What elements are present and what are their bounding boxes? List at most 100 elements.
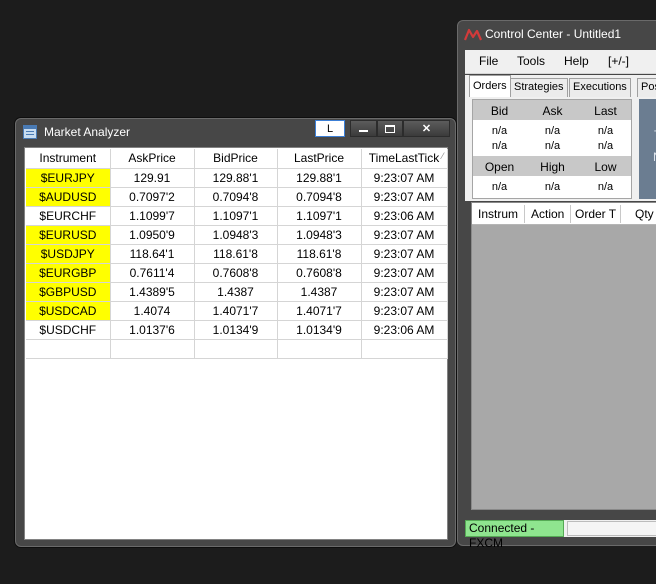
instrument-cell[interactable]: $GBPUSD [26,282,111,302]
last-price-cell[interactable]: 1.0948'3 [277,225,362,245]
tab-strip: Strategies Executions Pos Orders [465,75,656,97]
ask-price-cell[interactable]: 1.1099'7 [110,206,195,226]
last-price-cell[interactable]: 1.4387 [277,282,362,302]
control-center-window[interactable]: Control Center - Untitled1 File Tools He… [457,20,656,550]
instrument-cell[interactable]: $USDCAD [26,301,111,321]
bid-price-cell[interactable]: 1.4387 [194,282,278,302]
bid-price-cell[interactable]: 118.61'8 [194,244,278,264]
tab-orders[interactable]: Orders [469,75,511,97]
menu-tools[interactable]: Tools [517,54,545,68]
instrument-cell[interactable]: $USDJPY [26,244,111,264]
instrument-cell[interactable]: $EURUSD [26,225,111,245]
maximize-button[interactable] [377,120,403,137]
order-entry-panel[interactable]: T N [639,99,656,199]
empty-cell[interactable] [110,339,195,359]
table-row[interactable]: $USDCHF 1.0137'6 1.0134'9 1.0134'9 9:23:06 A… [26,320,448,340]
bid-price-cell[interactable]: 1.0948'3 [194,225,278,245]
column-header-timelasttick[interactable]: TimeLastTick ⁄ [361,149,448,169]
instrument-cell[interactable]: $EURJPY [26,168,111,188]
time-cell[interactable]: 9:23:07 AM [361,225,448,245]
quote-header-last: Last [594,104,617,118]
time-cell[interactable]: 9:23:07 AM [361,187,448,207]
window-title: Market Analyzer [44,125,131,139]
menu-file[interactable]: File [479,54,498,68]
last-price-cell[interactable]: 1.4071'7 [277,301,362,321]
column-divider[interactable] [620,205,621,223]
column-header-instrument[interactable]: Instrument [26,149,111,169]
time-cell[interactable]: 9:23:07 AM [361,263,448,283]
tab-positions[interactable]: Pos [637,78,656,97]
orders-grid[interactable]: Instrum Action Order T Qty [471,202,656,510]
menu-expand-collapse[interactable]: [+/-] [608,54,629,68]
bid-price-cell[interactable]: 1.1097'1 [194,206,278,226]
bid-price-cell[interactable]: 129.88'1 [194,168,278,188]
instrument-cell[interactable]: $USDCHF [26,320,111,340]
ask-price-cell[interactable]: 1.0950'9 [110,225,195,245]
bid-price-cell[interactable]: 1.4071'7 [194,301,278,321]
column-header-order-type[interactable]: Order T [575,207,616,221]
column-header-action[interactable]: Action [531,207,564,221]
empty-cell[interactable] [277,339,362,359]
column-header-instrument[interactable]: Instrum [478,207,518,221]
table-row[interactable]: $EURUSD 1.0950'9 1.0948'3 1.0948'3 9:23:07 A… [26,225,448,245]
ask-price-cell[interactable]: 1.4389'5 [110,282,195,302]
status-bar: Connected - FXCM [465,520,656,550]
table-row[interactable]: $EURJPY 129.91 129.88'1 129.88'1 9:23:07 AM [26,168,448,188]
ask-price-cell[interactable]: 1.0137'6 [110,320,195,340]
sort-indicator-icon: ⁄ [441,151,444,161]
empty-cell[interactable] [361,339,448,359]
instrument-cell[interactable]: $AUDUSD [26,187,111,207]
instrument-table: Instrument AskPrice BidPrice LastPrice T… [26,149,448,359]
last-price-cell[interactable]: 118.61'8 [277,244,362,264]
empty-cell[interactable] [26,339,111,359]
time-cell[interactable]: 9:23:07 AM [361,168,448,188]
ask-price-cell[interactable]: 0.7611'4 [110,263,195,283]
bid-price-cell[interactable]: 0.7094'8 [194,187,278,207]
time-cell[interactable]: 9:23:07 AM [361,244,448,264]
bid-price-cell[interactable]: 1.0134'9 [194,320,278,340]
column-header-qty[interactable]: Qty [635,207,654,221]
close-button[interactable]: ✕ [403,120,450,137]
maximize-icon [385,124,395,133]
column-header-bidprice[interactable]: BidPrice [194,149,278,169]
instrument-cell[interactable]: $EURGBP [26,263,111,283]
bid-price-cell[interactable]: 0.7608'8 [194,263,278,283]
table-row[interactable]: $USDJPY 118.64'1 118.61'8 118.61'8 9:23:07 A… [26,244,448,264]
minimize-button[interactable] [350,120,377,137]
time-cell[interactable]: 9:23:06 AM [361,320,448,340]
time-cell[interactable]: 9:23:07 AM [361,282,448,302]
column-divider[interactable] [524,205,525,223]
link-button[interactable]: L [315,120,345,137]
last-price-cell[interactable]: 0.7608'8 [277,263,362,283]
ask-price-cell[interactable]: 1.4074 [110,301,195,321]
table-row[interactable]: $AUDUSD 0.7097'2 0.7094'8 0.7094'8 9:23:07 A… [26,187,448,207]
table-row[interactable]: $USDCAD 1.4074 1.4071'7 1.4071'7 9:23:07 AM [26,301,448,321]
instrument-cell[interactable]: $EURCHF [26,206,111,226]
table-row[interactable]: $EURGBP 0.7611'4 0.7608'8 0.7608'8 9:23:07 A… [26,263,448,283]
column-divider[interactable] [570,205,571,223]
last-price-cell[interactable]: 1.1097'1 [277,206,362,226]
last-price-cell[interactable]: 0.7094'8 [277,187,362,207]
table-row[interactable]: $GBPUSD 1.4389'5 1.4387 1.4387 9:23:07 AM [26,282,448,302]
market-analyzer-titlebar[interactable]: Market Analyzer L ✕ [16,119,455,145]
last-price-cell[interactable]: 1.0134'9 [277,320,362,340]
menu-help[interactable]: Help [564,54,589,68]
quote-value-ask-2: n/a [544,140,561,152]
time-cell[interactable]: 9:23:07 AM [361,301,448,321]
empty-row[interactable] [26,339,448,359]
last-price-cell[interactable]: 129.88'1 [277,168,362,188]
window-title: Control Center - Untitled1 [485,27,622,41]
quote-value-last: n/a [597,125,614,137]
ask-price-cell[interactable]: 118.64'1 [110,244,195,264]
column-header-askprice[interactable]: AskPrice [110,149,195,169]
ask-price-cell[interactable]: 0.7097'2 [110,187,195,207]
tab-executions[interactable]: Executions [569,78,631,97]
column-header-lastprice[interactable]: LastPrice [277,149,362,169]
tab-strategies[interactable]: Strategies [510,78,568,97]
market-analyzer-grid[interactable]: Instrument AskPrice BidPrice LastPrice T… [24,147,448,540]
time-cell[interactable]: 9:23:06 AM [361,206,448,226]
market-analyzer-window[interactable]: Market Analyzer L ✕ Instrument AskPrice … [15,118,456,547]
table-row[interactable]: $EURCHF 1.1099'7 1.1097'1 1.1097'1 9:23:06 A… [26,206,448,226]
ask-price-cell[interactable]: 129.91 [110,168,195,188]
empty-cell[interactable] [194,339,278,359]
